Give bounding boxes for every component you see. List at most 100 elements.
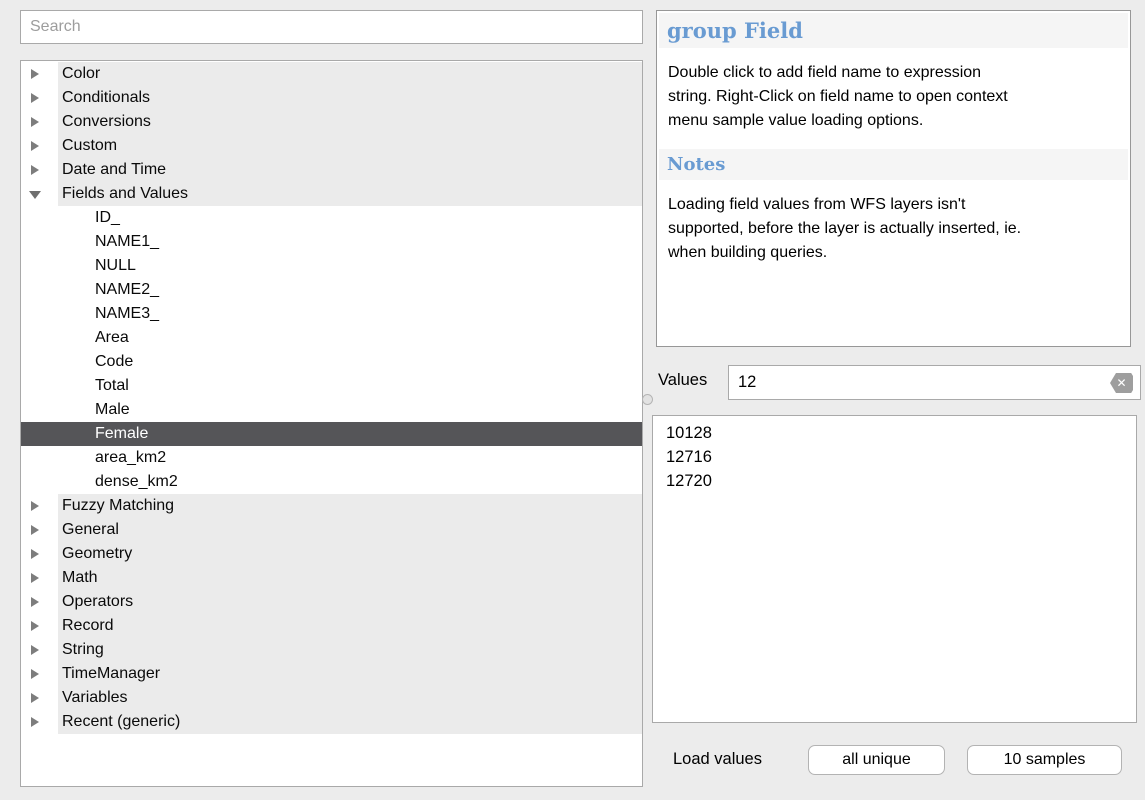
tree-item-label: Custom (62, 134, 117, 158)
tree-item[interactable]: ID_ (21, 206, 642, 230)
tree-item[interactable]: Fields and Values (21, 182, 642, 206)
tree-item[interactable]: Variables (21, 686, 642, 710)
all-unique-button[interactable]: all unique (808, 745, 945, 775)
tree-item[interactable]: area_km2 (21, 446, 642, 470)
value-item[interactable]: 12716 (653, 445, 1136, 469)
tree-item[interactable]: NAME3_ (21, 302, 642, 326)
tree-row-background (58, 374, 642, 398)
expand-arrow-icon[interactable] (31, 573, 39, 583)
tree-item[interactable]: TimeManager (21, 662, 642, 686)
tree-item[interactable]: Geometry (21, 542, 642, 566)
tree-item-label: Code (95, 350, 133, 374)
tree-item-label: Variables (62, 686, 128, 710)
tree-item-label: NAME2_ (95, 278, 159, 302)
value-item[interactable]: 12720 (653, 469, 1136, 493)
tree-item-label: Date and Time (62, 158, 166, 182)
values-filter-field: ✕ (728, 365, 1141, 400)
tree-item[interactable]: Custom (21, 134, 642, 158)
tree-item[interactable]: Total (21, 374, 642, 398)
tree-item-label: TimeManager (62, 662, 160, 686)
values-label: Values (658, 371, 707, 390)
expand-arrow-icon[interactable] (31, 117, 39, 127)
expand-arrow-icon[interactable] (31, 69, 39, 79)
tree-row-background (58, 518, 642, 542)
help-group-title: group Field (659, 13, 1128, 48)
expression-builder-dialog: Color Conditionals Conversions Custom (0, 0, 1145, 800)
tree-item-label: Conditionals (62, 86, 150, 110)
expand-arrow-icon[interactable] (31, 501, 39, 511)
tree-item[interactable]: General (21, 518, 642, 542)
tree-item[interactable]: NAME1_ (21, 230, 642, 254)
expand-arrow-icon[interactable] (31, 717, 39, 727)
expand-arrow-icon[interactable] (31, 93, 39, 103)
tree-item-label: Color (62, 62, 100, 86)
tree-item-label: NULL (95, 254, 136, 278)
tree-row-background (58, 614, 642, 638)
tree-item[interactable]: Recent (generic) (21, 710, 642, 734)
tree-row-background (58, 686, 642, 710)
expand-arrow-icon[interactable] (31, 621, 39, 631)
tree-row-background (58, 350, 642, 374)
tree-item-label: Conversions (62, 110, 151, 134)
tree-item-label: NAME3_ (95, 302, 159, 326)
expand-arrow-icon[interactable] (31, 141, 39, 151)
tree-item[interactable]: String (21, 638, 642, 662)
tree-item-label: Fields and Values (62, 182, 188, 206)
tree-row-background (58, 326, 642, 350)
tree-item-label: Recent (generic) (62, 710, 180, 734)
tree-item[interactable]: dense_km2 (21, 470, 642, 494)
expand-arrow-icon[interactable] (31, 693, 39, 703)
tree-row-background (58, 398, 642, 422)
tree-row-background (58, 590, 642, 614)
tree-item-label: Record (62, 614, 114, 638)
tree-item-label: dense_km2 (95, 470, 178, 494)
expand-arrow-icon[interactable] (31, 525, 39, 535)
tree-item[interactable]: Conditionals (21, 86, 642, 110)
tree-item-label: Fuzzy Matching (62, 494, 174, 518)
tree-row-background (58, 542, 642, 566)
tree-item[interactable]: NAME2_ (21, 278, 642, 302)
expand-arrow-icon[interactable] (29, 191, 41, 199)
expand-arrow-icon[interactable] (31, 645, 39, 655)
ten-samples-button[interactable]: 10 samples (967, 745, 1122, 775)
tree-item[interactable]: Math (21, 566, 642, 590)
expand-arrow-icon[interactable] (31, 597, 39, 607)
tree-item-label: NAME1_ (95, 230, 159, 254)
splitter-handle[interactable] (642, 394, 653, 405)
expression-function-tree: Color Conditionals Conversions Custom (20, 60, 643, 787)
values-list: 10128 12716 12720 (652, 415, 1137, 723)
expand-arrow-icon[interactable] (31, 669, 39, 679)
tree-row-background (58, 134, 642, 158)
tree-row-background (58, 62, 642, 86)
help-description: Double click to add field name to expres… (668, 61, 1119, 133)
tree-item[interactable]: Code (21, 350, 642, 374)
notes-text: Loading field values from WFS layers isn… (668, 193, 1119, 265)
tree-item[interactable]: Conversions (21, 110, 642, 134)
expand-arrow-icon[interactable] (31, 165, 39, 175)
tree-item[interactable]: Record (21, 614, 642, 638)
tree-item-label: Operators (62, 590, 133, 614)
tree-item[interactable]: Date and Time (21, 158, 642, 182)
tree-item-label: ID_ (95, 206, 120, 230)
tree-row-background (58, 254, 642, 278)
tree-row-background (58, 638, 642, 662)
tree-row-background (58, 206, 642, 230)
tree-item-label: String (62, 638, 104, 662)
help-panel: group Field Double click to add field na… (656, 10, 1131, 347)
value-item[interactable]: 10128 (653, 421, 1136, 445)
tree-item[interactable]: Male (21, 398, 642, 422)
tree-item[interactable]: Fuzzy Matching (21, 494, 642, 518)
tree-item[interactable]: Color (21, 62, 642, 86)
tree-item-label: Male (95, 398, 130, 422)
expand-arrow-icon[interactable] (31, 549, 39, 559)
tree-item-label: Female (95, 422, 148, 446)
tree-item[interactable]: NULL (21, 254, 642, 278)
tree-item[interactable]: Area (21, 326, 642, 350)
tree-item-label: area_km2 (95, 446, 166, 470)
tree-item[interactable]: Operators (21, 590, 642, 614)
tree-item-label: Area (95, 326, 129, 350)
tree-item[interactable]: Female (21, 422, 642, 446)
tree-item-label: Geometry (62, 542, 132, 566)
search-input[interactable] (20, 10, 643, 44)
values-filter-input[interactable] (729, 366, 1140, 399)
